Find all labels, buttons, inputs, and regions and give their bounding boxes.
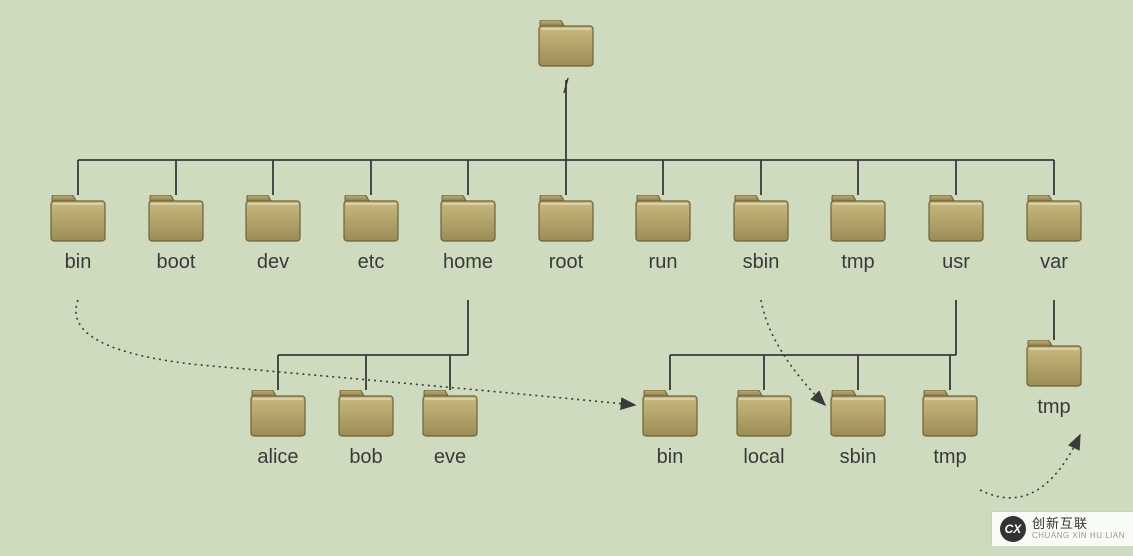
- folder-home: home: [429, 195, 507, 274]
- folder-icon: [49, 195, 107, 243]
- folder-alice: alice: [239, 390, 317, 469]
- folder-icon: [732, 195, 790, 243]
- folder-label-root: /: [563, 76, 569, 99]
- folder-label: sbin: [743, 251, 780, 274]
- folder-icon: [342, 195, 400, 243]
- folder-eve: eve: [411, 390, 489, 469]
- folder-icon: [439, 195, 497, 243]
- folder-icon: [634, 195, 692, 243]
- folder-icon: [641, 390, 699, 438]
- folder-icon: [249, 390, 307, 438]
- folder-label: home: [443, 251, 493, 274]
- folder-sbin: sbin: [722, 195, 800, 274]
- folder-icon: [537, 20, 595, 68]
- watermark: CX 创新互联 CHUANG XIN HU LIAN: [991, 511, 1133, 546]
- folder-label: tmp: [933, 446, 966, 469]
- watermark-logo-icon: CX: [1000, 516, 1026, 542]
- folder-label: boot: [157, 251, 196, 274]
- watermark-main: 创新互联: [1032, 517, 1125, 531]
- folder-icon: [337, 390, 395, 438]
- folder-icon: [1025, 340, 1083, 388]
- folder-icon: [927, 195, 985, 243]
- folder-usr-sbin: sbin: [819, 390, 897, 469]
- folder-var-tmp: tmp: [1015, 340, 1093, 419]
- folder-label: dev: [257, 251, 289, 274]
- folder-run: run: [624, 195, 702, 274]
- folder-icon: [735, 390, 793, 438]
- folder-icon: [1025, 195, 1083, 243]
- folder-label: usr: [942, 251, 970, 274]
- folder-label: var: [1040, 251, 1068, 274]
- folder-usr-local: local: [725, 390, 803, 469]
- folder-label: alice: [257, 446, 298, 469]
- folder-tmp: tmp: [819, 195, 897, 274]
- folder-root: /: [527, 20, 605, 99]
- folder-label: sbin: [840, 446, 877, 469]
- folder-etc: etc: [332, 195, 410, 274]
- folder-label: bin: [657, 446, 684, 469]
- folder-label: run: [649, 251, 678, 274]
- folder-icon: [921, 390, 979, 438]
- watermark-text: 创新互联 CHUANG XIN HU LIAN: [1032, 517, 1125, 540]
- folder-icon: [829, 390, 887, 438]
- folder-label: eve: [434, 446, 466, 469]
- watermark-logo-text: CX: [1005, 522, 1022, 536]
- folder-bob: bob: [327, 390, 405, 469]
- folder-icon: [421, 390, 479, 438]
- folder-dev: dev: [234, 195, 312, 274]
- folder-usr: usr: [917, 195, 995, 274]
- watermark-sub: CHUANG XIN HU LIAN: [1032, 532, 1125, 541]
- folder-icon: [829, 195, 887, 243]
- folder-root-dir: root: [527, 195, 605, 274]
- folder-label: etc: [358, 251, 385, 274]
- folder-bin: bin: [39, 195, 117, 274]
- folder-label: tmp: [1037, 396, 1070, 419]
- folder-icon: [537, 195, 595, 243]
- folder-usr-tmp: tmp: [911, 390, 989, 469]
- folder-label: bin: [65, 251, 92, 274]
- folder-icon: [147, 195, 205, 243]
- folder-label: local: [743, 446, 784, 469]
- folder-icon: [244, 195, 302, 243]
- folder-boot: boot: [137, 195, 215, 274]
- folder-label: tmp: [841, 251, 874, 274]
- folder-var: var: [1015, 195, 1093, 274]
- folder-label: bob: [349, 446, 382, 469]
- folder-usr-bin: bin: [631, 390, 709, 469]
- folder-label: root: [549, 251, 583, 274]
